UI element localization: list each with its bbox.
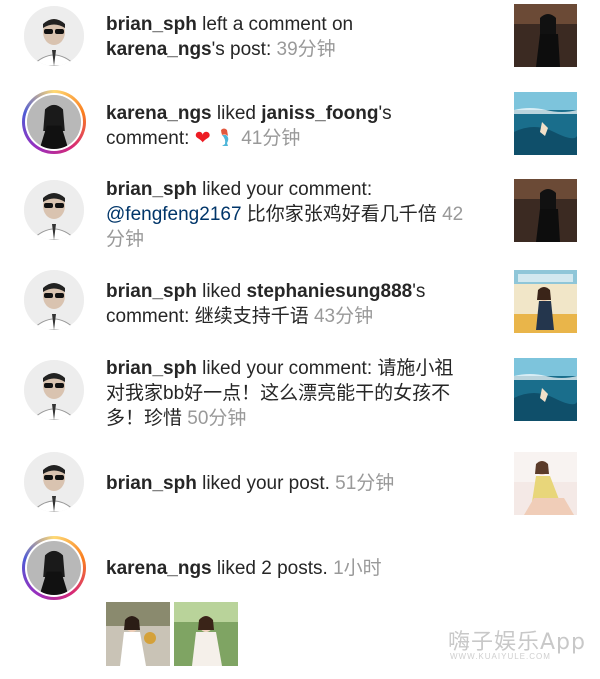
timestamp: 分钟 — [106, 229, 145, 250]
timestamp: 41分钟 — [241, 128, 301, 149]
avatar[interactable] — [24, 6, 84, 66]
action-text: liked your post. — [196, 473, 330, 494]
action-text: liked 2 posts. — [211, 558, 328, 579]
action-text: liked your comment: — [196, 179, 373, 200]
action-text: 's post: — [211, 39, 272, 60]
comment-text: 多！珍惜 — [106, 408, 183, 429]
notification-text: karena_ngs liked 2 posts. 1小时 — [106, 556, 498, 581]
username[interactable]: karena_ngs — [106, 558, 212, 579]
heart-emoji-icon: ❤ — [194, 128, 211, 149]
notification-text: karena_ngs liked janiss_foong's comment:… — [106, 101, 498, 151]
comment-text: 比你家张鸡好看几千倍 — [241, 204, 437, 225]
username[interactable]: brian_sph — [106, 281, 197, 302]
action-text: 's — [378, 103, 392, 124]
comment-text: comment: 继续支持千语 — [106, 306, 309, 327]
comment-text: 对我家bb好一点！这么漂亮能干的女孩不 — [106, 383, 451, 404]
comment-text: liked your comment: 请施小祖 — [196, 358, 454, 379]
username[interactable]: brian_sph — [106, 358, 197, 379]
username[interactable]: stephaniesung888 — [246, 281, 412, 302]
timestamp: 50分钟 — [187, 408, 247, 429]
post-thumbnail[interactable] — [514, 358, 577, 421]
action-text: comment: — [106, 128, 190, 149]
mermaid-emoji-icon — [216, 127, 236, 147]
timestamp: 42 — [442, 204, 464, 225]
notification-text: brian_sph liked your comment: @fengfeng2… — [106, 177, 498, 252]
username[interactable]: brian_sph — [106, 14, 197, 35]
username[interactable]: karena_ngs — [106, 39, 212, 60]
watermark-logo: 嗨子娱乐App WWW.KUAIYULE.COM — [448, 624, 596, 668]
post-thumbnail[interactable] — [106, 602, 170, 666]
action-text: left a comment on — [196, 14, 354, 35]
notification-text: brian_sph left a comment on karena_ngs's… — [106, 12, 498, 62]
avatar[interactable] — [24, 360, 84, 420]
action-text: liked — [211, 103, 262, 124]
avatar[interactable] — [22, 90, 86, 154]
action-text: 's — [412, 281, 426, 302]
username[interactable]: brian_sph — [106, 473, 197, 494]
username[interactable]: brian_sph — [106, 179, 197, 200]
notification-text: brian_sph liked your post. 51分钟 — [106, 471, 498, 496]
post-thumbnail[interactable] — [174, 602, 238, 666]
notification-text: brian_sph liked stephaniesung888's comme… — [106, 279, 498, 329]
mention-link[interactable]: @fengfeng2167 — [106, 204, 242, 225]
post-thumbnail[interactable] — [514, 92, 577, 155]
avatar[interactable] — [24, 452, 84, 512]
post-thumbnail[interactable] — [514, 270, 577, 333]
notification-text: brian_sph liked your comment: 请施小祖 对我家bb… — [106, 356, 498, 431]
avatar[interactable] — [24, 270, 84, 330]
username[interactable]: janiss_foong — [261, 103, 378, 124]
timestamp: 1小时 — [333, 558, 382, 579]
action-text: liked — [196, 281, 247, 302]
post-thumbnail[interactable] — [514, 4, 577, 67]
username[interactable]: karena_ngs — [106, 103, 212, 124]
timestamp: 51分钟 — [335, 473, 395, 494]
post-thumbnail[interactable] — [514, 179, 577, 242]
timestamp: 39分钟 — [276, 39, 336, 60]
timestamp: 43分钟 — [313, 306, 374, 327]
avatar[interactable] — [24, 180, 84, 240]
avatar[interactable] — [22, 536, 86, 600]
post-thumbnail[interactable] — [514, 452, 577, 515]
watermark-url: WWW.KUAIYULE.COM — [450, 652, 551, 661]
